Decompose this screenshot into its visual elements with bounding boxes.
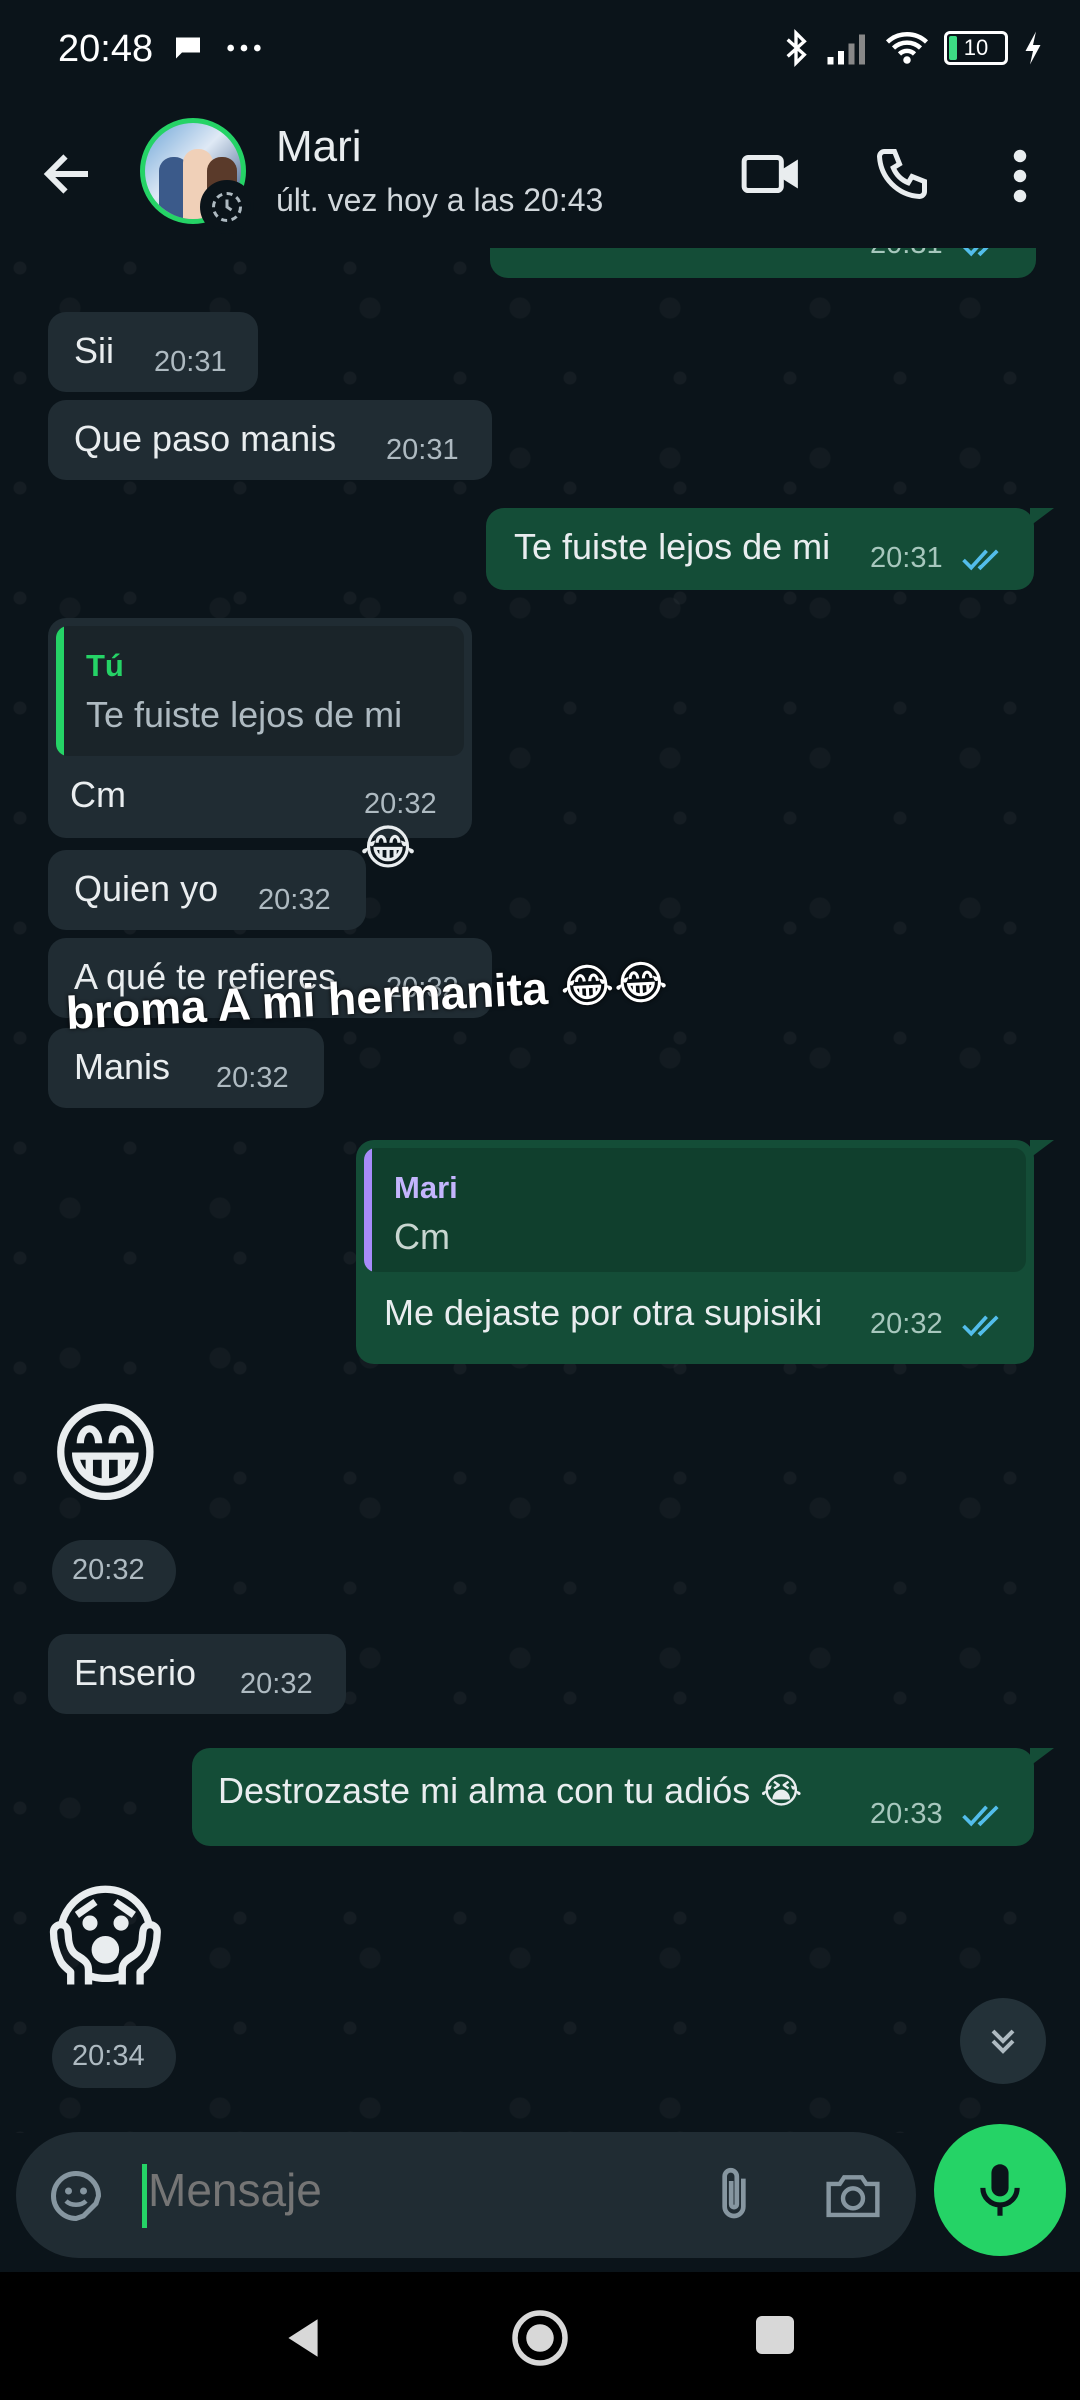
message-bubble-incoming[interactable]: Manis 20:32 xyxy=(48,1028,324,1108)
wifi-icon xyxy=(885,32,929,64)
message-bubble-incoming[interactable]: Que paso manis 20:31 xyxy=(48,400,492,480)
nav-recents-icon[interactable] xyxy=(756,2316,794,2354)
message-input[interactable] xyxy=(146,2162,670,2218)
read-ticks-icon xyxy=(962,1315,999,1337)
chat-area[interactable]: 20:31 Sii 20:31 Que paso manis 20:31 Te … xyxy=(0,248,1080,2133)
message-composer xyxy=(16,2132,916,2258)
read-ticks-icon xyxy=(962,1805,999,1827)
bubble-tail xyxy=(1030,1748,1054,1766)
nav-home-icon[interactable] xyxy=(510,2308,570,2368)
chat-header: Mari últ. vez hoy a las 20:43 xyxy=(0,100,1080,248)
nav-back-icon[interactable] xyxy=(278,2312,328,2364)
last-seen: últ. vez hoy a las 20:43 xyxy=(276,182,604,218)
emoji-message[interactable]: 😁 xyxy=(48,1400,163,1510)
signal-icon xyxy=(827,34,865,65)
message-bubble-incoming[interactable]: Quien yo 20:32 xyxy=(48,850,366,930)
mic-button[interactable] xyxy=(934,2124,1066,2256)
message-bubble-incoming[interactable]: Enserio 20:32 xyxy=(48,1634,346,1714)
message-bubble-partial[interactable]: 20:31 xyxy=(490,248,1036,278)
message-bubble-incoming[interactable]: Tú Te fuiste lejos de mi Cm 20:32 xyxy=(48,618,472,838)
emoji-message[interactable]: 😱 xyxy=(48,1882,163,1992)
video-call-icon[interactable] xyxy=(740,148,802,200)
message-bubble-incoming[interactable]: Sii 20:31 xyxy=(48,312,258,392)
read-ticks-icon xyxy=(962,549,999,571)
more-dots-icon xyxy=(227,44,261,52)
read-ticks-icon xyxy=(962,248,989,257)
phone-icon[interactable] xyxy=(872,144,932,204)
message-time-chip: 20:34 xyxy=(52,2026,176,2088)
back-arrow-icon[interactable] xyxy=(38,144,98,204)
battery-icon: 10 xyxy=(944,31,1008,65)
quoted-message[interactable]: Tú Te fuiste lejos de mi xyxy=(56,626,464,756)
more-vert-icon[interactable] xyxy=(1000,146,1040,206)
scroll-to-bottom-button[interactable] xyxy=(960,1998,1046,2084)
charging-icon xyxy=(1025,31,1041,65)
status-time: 20:48 xyxy=(58,28,154,70)
message-bubble-outgoing[interactable]: Destrozaste mi alma con tu adiós 😭 20:33 xyxy=(192,1748,1034,1846)
attach-clip-icon[interactable] xyxy=(706,2162,762,2228)
chat-bubble-icon xyxy=(176,37,200,59)
bubble-tail xyxy=(1030,1140,1054,1158)
message-bubble-outgoing[interactable]: Mari Cm Me dejaste por otra supisiki 20:… xyxy=(356,1140,1034,1364)
contact-name[interactable]: Mari xyxy=(276,122,362,172)
emoji-sticker-icon[interactable] xyxy=(46,2166,106,2226)
status-ring-icon xyxy=(200,180,254,234)
message-bubble-outgoing[interactable]: Te fuiste lejos de mi 20:31 xyxy=(486,508,1034,590)
mic-icon xyxy=(980,2164,1020,2216)
system-nav-bar xyxy=(0,2272,1080,2400)
camera-icon[interactable] xyxy=(822,2166,884,2224)
message-time-chip: 20:32 xyxy=(52,1540,176,1602)
quoted-message[interactable]: Mari Cm xyxy=(364,1148,1026,1272)
bluetooth-icon xyxy=(786,28,807,68)
overlay-caption-emoji: 😂 xyxy=(360,822,417,875)
bubble-tail xyxy=(1030,508,1054,526)
status-bar: 20:48 10 xyxy=(0,0,1080,100)
double-chevron-down-icon xyxy=(991,2029,1015,2054)
